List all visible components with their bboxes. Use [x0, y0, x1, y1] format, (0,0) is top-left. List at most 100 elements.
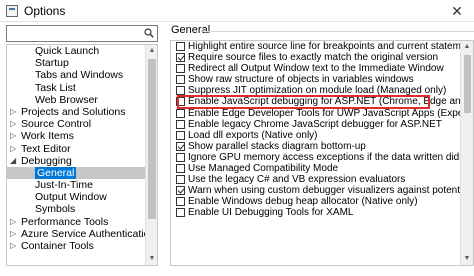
tree-item-label: Projects and Solutions [21, 105, 126, 118]
option-label: Use Managed Compatibility Mode [188, 163, 339, 175]
collapsed-arrow-icon[interactable]: ▷ [10, 240, 16, 252]
option-row[interactable]: Show parallel stacks diagram bottom-up [171, 141, 461, 152]
option-label: Show raw structure of objects in variabl… [188, 74, 414, 86]
tree-scroll-thumb[interactable] [148, 59, 156, 219]
tree-scrollbar[interactable]: ▲ ▼ [145, 45, 157, 265]
scroll-up-icon[interactable]: ▲ [146, 45, 157, 57]
tree-item-label: Debugging [21, 154, 72, 167]
options-app-icon [6, 5, 18, 17]
option-label: Suppress JIT optimization on module load… [188, 85, 447, 97]
tree-item-label: Web Browser [35, 93, 98, 106]
option-checkbox[interactable] [176, 152, 185, 162]
option-checkbox[interactable] [176, 164, 185, 174]
option-checkbox[interactable] [176, 175, 185, 185]
scroll-down-icon[interactable]: ▼ [461, 253, 473, 265]
option-row[interactable]: Require source files to exactly match th… [171, 52, 461, 63]
expanded-arrow-icon[interactable]: ◢ [10, 155, 16, 167]
search-icon[interactable] [144, 28, 154, 38]
tree-item-label: Tabs and Windows [35, 69, 124, 82]
tree-item-just-in-time[interactable]: Just-In-Time [7, 179, 145, 191]
option-label: Enable Edge Developer Tools for UWP Java… [188, 107, 474, 119]
option-row-highlighted[interactable]: Enable JavaScript debugging for ASP.NET … [171, 96, 473, 107]
option-row[interactable]: Enable Windows debug heap allocator (Nat… [171, 196, 461, 207]
option-label: Enable JavaScript debugging for ASP.NET … [188, 96, 474, 108]
tree-item-quick-launch[interactable]: Quick Launch [7, 45, 145, 57]
option-checkbox[interactable] [176, 64, 185, 74]
option-row[interactable]: Load dll exports (Native only) [171, 130, 461, 141]
option-row[interactable]: Warn when using custom debugger visualiz… [171, 185, 473, 196]
option-checkbox[interactable] [176, 130, 185, 140]
window-title: Options [24, 4, 66, 18]
tree-item-work-items[interactable]: ▷ Work Items [7, 130, 145, 142]
option-checkbox[interactable] [176, 97, 185, 107]
option-label: Enable UI Debugging Tools for XAML [188, 207, 354, 219]
search-field[interactable] [6, 25, 158, 42]
tree-item-text-editor[interactable]: ▷ Text Editor [7, 143, 145, 155]
collapsed-arrow-icon[interactable]: ▷ [10, 143, 16, 155]
tree-item-startup[interactable]: Startup [7, 57, 145, 69]
collapsed-arrow-icon[interactable]: ▷ [10, 106, 16, 118]
tree-item-label: Just-In-Time [35, 179, 93, 192]
scroll-down-icon[interactable]: ▼ [146, 253, 157, 265]
option-checkbox[interactable] [176, 86, 185, 96]
tree-item-performance-tools[interactable]: ▷ Performance Tools [7, 216, 145, 228]
option-label: Redirect all Output Window text to the I… [188, 63, 444, 75]
tree-item-debugging[interactable]: ◢ Debugging [7, 155, 145, 167]
search-input[interactable] [7, 26, 137, 41]
options-panel: Highlight entire source line for breakpo… [170, 40, 474, 266]
option-row[interactable]: Enable UI Debugging Tools for XAML [171, 207, 461, 218]
option-label: Require source files to exactly match th… [188, 52, 439, 64]
option-row[interactable]: Suppress JIT optimization on module load… [171, 85, 461, 96]
option-label: Load dll exports (Native only) [188, 129, 318, 141]
option-checkbox[interactable] [176, 141, 185, 151]
collapsed-arrow-icon[interactable]: ▷ [10, 130, 16, 142]
option-checkbox[interactable] [176, 75, 185, 85]
tree-item-label: Source Control [21, 118, 92, 131]
collapsed-arrow-icon[interactable]: ▷ [10, 216, 16, 228]
option-label: Enable legacy Chrome JavaScript debugger… [188, 118, 442, 130]
tree-item-tabs-and-windows[interactable]: Tabs and Windows [7, 69, 145, 81]
tree-item-general[interactable]: General [7, 166, 145, 180]
tree-item-task-list[interactable]: Task List [7, 82, 145, 94]
option-label: Warn when using custom debugger visualiz… [188, 185, 474, 197]
tree-item-label: Startup [35, 57, 69, 70]
option-row[interactable]: Use the legacy C# and VB expression eval… [171, 174, 461, 185]
options-scrollbar[interactable]: ▲ ▼ [460, 41, 473, 265]
option-row[interactable]: Show raw structure of objects in variabl… [171, 74, 461, 85]
option-row[interactable]: Enable legacy Chrome JavaScript debugger… [171, 119, 461, 130]
tree-item-output-window[interactable]: Output Window [7, 191, 145, 203]
option-checkbox[interactable] [176, 42, 185, 51]
scroll-up-icon[interactable]: ▲ [461, 41, 473, 53]
tree-item-label: Performance Tools [21, 215, 109, 228]
collapsed-arrow-icon[interactable]: ▷ [10, 118, 16, 130]
option-row[interactable]: Ignore GPU memory access exceptions if t… [171, 152, 473, 163]
close-icon[interactable]: ✕ [450, 2, 464, 20]
section-divider [201, 31, 474, 32]
option-row[interactable]: Use Managed Compatibility Mode [171, 163, 461, 174]
option-checkbox[interactable] [176, 186, 185, 196]
option-row[interactable]: Highlight entire source line for breakpo… [171, 41, 473, 52]
options-tree: Quick Launch Startup Tabs and Windows Task … [6, 44, 158, 266]
option-checkbox[interactable] [176, 108, 185, 118]
tree-item-symbols[interactable]: Symbols [7, 203, 145, 215]
tree-item-label: Quick Launch [35, 45, 100, 57]
option-label: Show parallel stacks diagram bottom-up [188, 140, 366, 152]
option-row[interactable]: Enable Edge Developer Tools for UWP Java… [171, 108, 473, 119]
option-checkbox[interactable] [176, 53, 185, 63]
tree-item-label: Symbols [35, 203, 76, 216]
title-bar: Options ✕ [0, 0, 474, 22]
options-scroll-thumb[interactable] [464, 55, 471, 113]
tree-item-container-tools[interactable]: ▷ Container Tools [7, 240, 145, 252]
option-label: Enable Windows debug heap allocator (Nat… [188, 196, 418, 208]
tree-item-web-browser[interactable]: Web Browser [7, 94, 145, 106]
option-checkbox[interactable] [176, 208, 185, 218]
option-checkbox[interactable] [176, 197, 185, 207]
option-row[interactable]: Redirect all Output Window text to the I… [171, 63, 461, 74]
tree-item-source-control[interactable]: ▷ Source Control [7, 118, 145, 130]
collapsed-arrow-icon[interactable]: ▷ [10, 228, 16, 240]
tree-item-azure-service-authentication[interactable]: ▷ Azure Service Authentication [7, 228, 155, 240]
tree-item-projects-and-solutions[interactable]: ▷ Projects and Solutions [7, 106, 145, 118]
option-label: Highlight entire source line for breakpo… [188, 41, 474, 52]
option-checkbox[interactable] [176, 119, 185, 129]
tree-item-label: Output Window [35, 191, 107, 204]
